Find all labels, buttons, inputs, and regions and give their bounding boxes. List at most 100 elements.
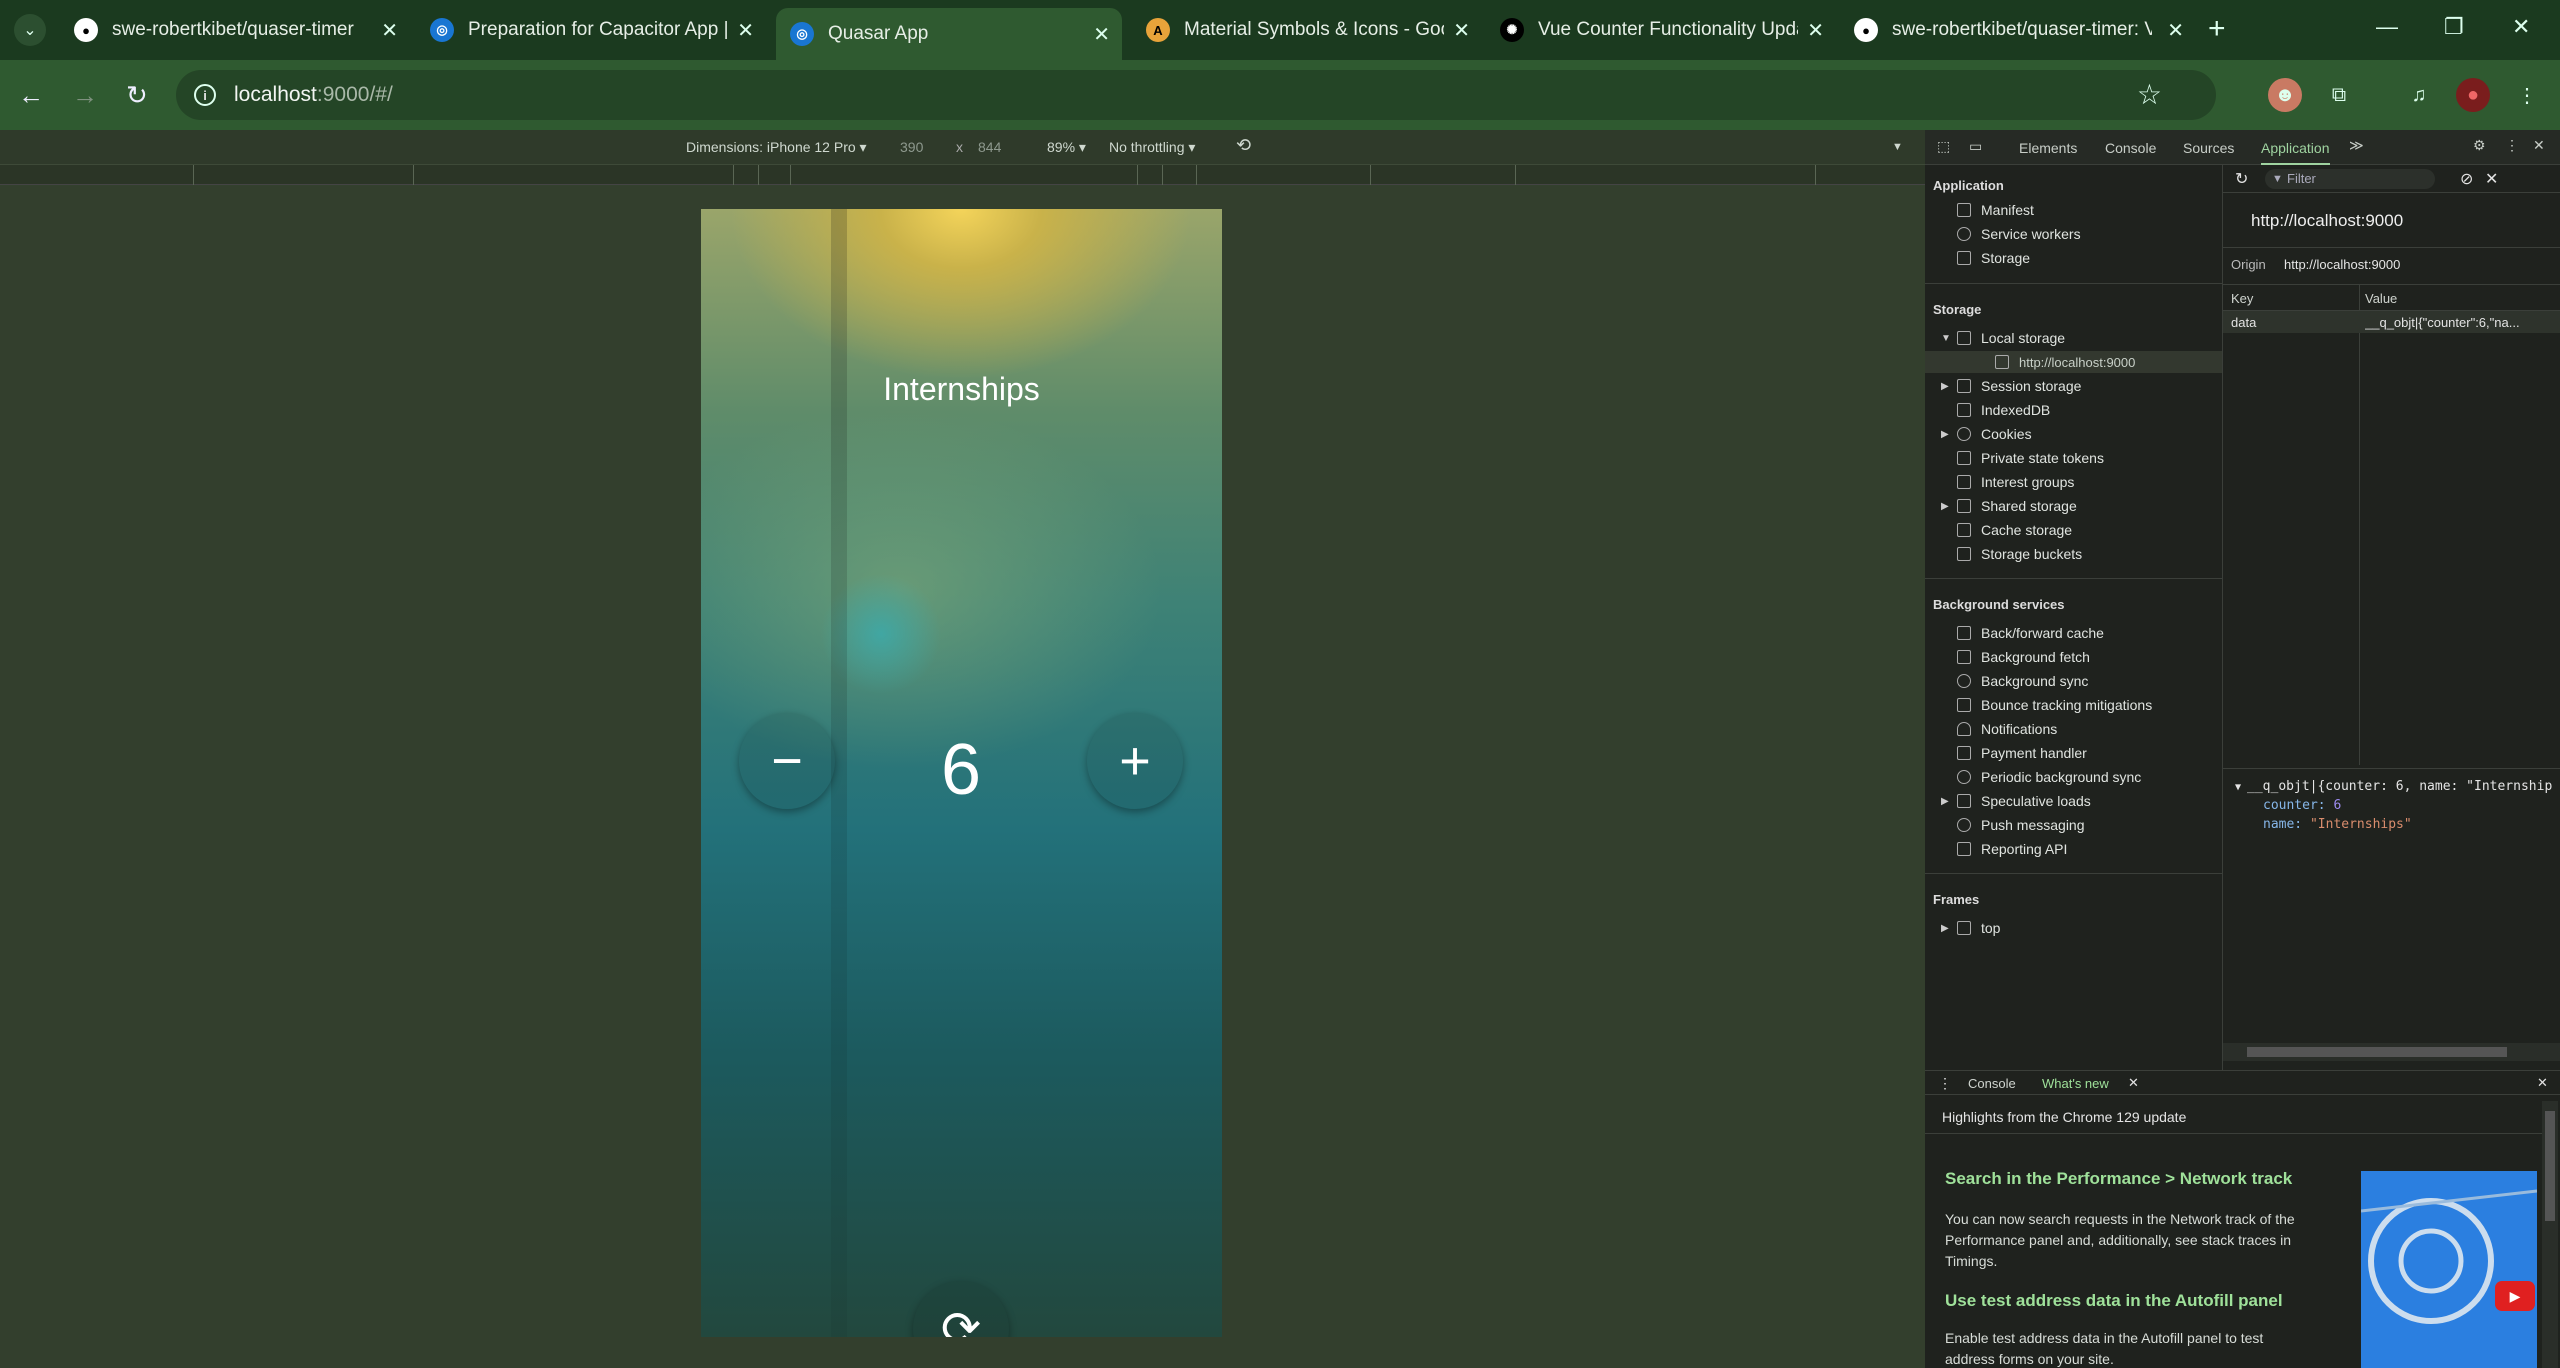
increment-button[interactable]: + (1087, 713, 1183, 809)
bookmark-star-icon[interactable]: ☆ (2137, 78, 2162, 111)
more-tabs-icon[interactable]: ≫ (2349, 137, 2364, 154)
site-info-icon[interactable]: i (194, 84, 216, 106)
sidebar-item-notifications[interactable]: Notifications (1957, 721, 2057, 737)
drawer-menu-icon[interactable]: ⋮ (1938, 1075, 1952, 1092)
close-icon[interactable]: ✕ (1093, 22, 1110, 47)
close-icon[interactable]: ✕ (737, 18, 754, 43)
settings-gear-icon[interactable]: ⚙ (2473, 137, 2486, 154)
sidebar-item-bfcache[interactable]: Back/forward cache (1957, 625, 2104, 641)
forward-button[interactable]: → (72, 78, 98, 112)
device-select[interactable]: Dimensions: iPhone 12 Pro ▾ (686, 139, 867, 156)
sidebar-item-localhost-origin[interactable]: http://localhost:9000 (1925, 351, 2222, 373)
height-input[interactable]: 844 (978, 139, 1001, 155)
tab-vue-counter[interactable]: ✺ Vue Counter Functionality Upda ✕ (1486, 8, 1836, 52)
collapsed-arrow-icon: ▶ (1941, 922, 1949, 934)
back-button[interactable]: ← (18, 78, 44, 112)
chrome-menu-icon[interactable]: ⋮ (2510, 78, 2544, 112)
close-icon[interactable]: ✕ (1807, 18, 1824, 43)
sidebar-item-background-sync[interactable]: Background sync (1957, 673, 2088, 689)
sidebar-item-push-messaging[interactable]: Push messaging (1957, 817, 2085, 833)
tab-search-button[interactable]: ⌄ (14, 14, 46, 46)
tab-sources[interactable]: Sources (2183, 140, 2234, 156)
sidebar-item-cache-storage[interactable]: Cache storage (1957, 522, 2072, 538)
sidebar-item-session-storage[interactable]: ▶ Session storage (1941, 378, 2081, 394)
vertical-scrollbar[interactable] (2542, 1101, 2558, 1368)
device-toggle-icon[interactable]: ▭ (1969, 138, 1982, 155)
new-tab-button[interactable]: + (2208, 14, 2226, 44)
tab-github-quaser-timer[interactable]: ● swe-robertkibet/quaser-timer ✕ (60, 8, 410, 52)
tab-elements[interactable]: Elements (2019, 140, 2077, 156)
sidebar-item-cookies[interactable]: ▶ Cookies (1941, 426, 2032, 442)
refresh-icon[interactable]: ↻ (2235, 169, 2248, 189)
inspect-icon[interactable]: ⬚ (1937, 138, 1950, 155)
collapsed-arrow-icon: ▶ (1941, 795, 1949, 807)
extensions-icon[interactable]: ⧉ (2322, 78, 2356, 112)
decrement-button[interactable]: − (739, 713, 835, 809)
delete-selected-icon[interactable]: ✕ (2485, 169, 2498, 189)
throttle-select[interactable]: No throttling ▾ (1109, 139, 1195, 156)
column-header-key[interactable]: Key (2231, 291, 2253, 311)
close-icon[interactable]: ✕ (2128, 1075, 2139, 1091)
sidebar-item-periodic-sync[interactable]: Periodic background sync (1957, 769, 2141, 785)
zoom-select[interactable]: 89% ▾ (1047, 139, 1086, 156)
sidebar-item-bounce-tracking[interactable]: Bounce tracking mitigations (1957, 697, 2152, 713)
sidebar-item-local-storage[interactable]: ▼ Local storage (1941, 330, 2065, 346)
clear-all-icon[interactable]: ⊘ (2460, 169, 2473, 189)
youtube-play-icon[interactable]: ▶ (2495, 1281, 2535, 1311)
sidebar-item-service-workers[interactable]: Service workers (1957, 226, 2081, 242)
sidebar-item-interest-groups[interactable]: Interest groups (1957, 474, 2074, 490)
sidebar-item-reporting-api[interactable]: Reporting API (1957, 841, 2067, 857)
close-icon[interactable]: ✕ (1453, 18, 1470, 43)
bell-icon (1957, 722, 1971, 736)
minimize-button[interactable]: — (2376, 14, 2398, 40)
sidebar-item-speculative-loads[interactable]: ▶ Speculative loads (1941, 793, 2091, 809)
close-icon[interactable]: ✕ (2167, 18, 2184, 43)
close-window-button[interactable]: ✕ (2512, 14, 2530, 40)
sidebar-item-indexeddb[interactable]: IndexedDB (1957, 402, 2050, 418)
close-drawer-icon[interactable]: ✕ (2537, 1075, 2548, 1091)
video-thumbnail[interactable]: ▶ (2361, 1171, 2537, 1368)
devtools-tabbar: ⬚ ▭ Elements Console Sources Application… (1925, 130, 2560, 165)
more-options-icon[interactable]: ▼ (1892, 141, 1903, 153)
tab-github-quaser-timer-2[interactable]: ● swe-robertkibet/quaser-timer: V ✕ (1840, 8, 2196, 52)
tab-application[interactable]: Application (2261, 140, 2330, 165)
table-row[interactable]: data __q_objt|{"counter":6,"na... (2223, 311, 2560, 333)
devtools-menu-icon[interactable]: ⋮ (2505, 137, 2519, 154)
sidebar-item-frame-top[interactable]: ▶ top (1941, 920, 2000, 936)
column-header-value[interactable]: Value (2365, 291, 2397, 311)
sidebar-item-storage-buckets[interactable]: Storage buckets (1957, 546, 2082, 562)
cloud-icon (1957, 818, 1971, 832)
preview-object[interactable]: ▼ __q_objt|{counter: 6, name: "Internship (2235, 779, 2552, 794)
sidebar-item-shared-storage[interactable]: ▶ Shared storage (1941, 498, 2077, 514)
media-controls-icon[interactable]: ♫ (2402, 78, 2436, 112)
drawer-tab-whats-new[interactable]: What's new (2042, 1076, 2109, 1091)
reload-button[interactable]: ↻ (126, 78, 148, 112)
restore-button[interactable]: ❐ (2444, 14, 2464, 40)
tab-console[interactable]: Console (2105, 140, 2156, 156)
scrollbar-thumb[interactable] (2545, 1111, 2555, 1221)
close-devtools-icon[interactable]: ✕ (2533, 137, 2545, 154)
feature-heading[interactable]: Search in the Performance > Network trac… (1945, 1169, 2292, 1189)
width-input[interactable]: 390 (900, 139, 923, 155)
cookie-icon (1957, 427, 1971, 441)
sidebar-item-payment-handler[interactable]: Payment handler (1957, 745, 2087, 761)
tab-material-symbols[interactable]: A Material Symbols & Icons - Goo ✕ (1132, 8, 1482, 52)
scrollbar-thumb[interactable] (2247, 1047, 2507, 1057)
tab-capacitor-prep[interactable]: ◎ Preparation for Capacitor App | ✕ (416, 8, 766, 52)
tab-quasar-app[interactable]: ◎ Quasar App ✕ (776, 8, 1122, 60)
drawer-tab-console[interactable]: Console (1968, 1076, 2016, 1091)
filter-input[interactable]: ▼ Filter (2265, 169, 2435, 189)
rotate-icon[interactable]: ⟲ (1236, 135, 1251, 156)
sidebar-item-background-fetch[interactable]: Background fetch (1957, 649, 2090, 665)
tab-label: Preparation for Capacitor App | (468, 19, 728, 40)
address-bar[interactable]: i localhost:9000/#/ ☆ (176, 70, 2216, 120)
sidebar-item-manifest[interactable]: Manifest (1957, 202, 2034, 218)
sidebar-item-storage[interactable]: Storage (1957, 250, 2030, 266)
reset-button[interactable]: ⟳ (913, 1281, 1009, 1337)
profile-avatar[interactable]: ● (2456, 78, 2490, 112)
feature-heading[interactable]: Use test address data in the Autofill pa… (1945, 1291, 2283, 1311)
close-icon[interactable]: ✕ (381, 18, 398, 43)
horizontal-scrollbar[interactable] (2223, 1043, 2560, 1061)
profile-extension-icon[interactable]: ☻ (2268, 78, 2302, 112)
sidebar-item-private-state-tokens[interactable]: Private state tokens (1957, 450, 2104, 466)
